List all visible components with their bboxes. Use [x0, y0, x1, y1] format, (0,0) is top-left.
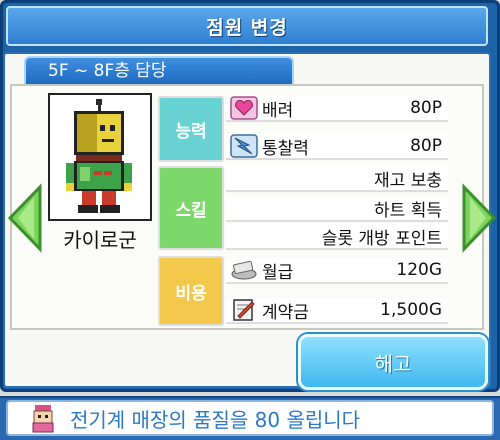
ability-row-consideration: 배려 80P [226, 96, 448, 122]
arrow-left-icon [7, 183, 42, 253]
floor-tab-label: 5F ~ 8F층 담당 [48, 61, 167, 81]
cost-section-label: 비용 [158, 256, 224, 326]
ability-label-text: 능력 [175, 121, 207, 142]
previous-staff-arrow[interactable] [6, 183, 46, 253]
ability-label: 배려 [262, 100, 294, 121]
title-bar: 점원 변경 [6, 6, 488, 46]
skill-section-label: 스킬 [158, 166, 224, 250]
window-title: 점원 변경 [206, 16, 288, 39]
ability-label: 통찰력 [262, 138, 309, 159]
contract-icon [233, 299, 255, 321]
next-staff-arrow[interactable] [458, 183, 498, 253]
cost-label-text: 비용 [175, 283, 207, 304]
skill-name: 슬롯 개방 포인트 [321, 228, 442, 249]
cost-value: 1,500G [380, 300, 442, 320]
character-portrait [48, 93, 152, 221]
arrow-right-icon [462, 183, 497, 253]
ability-section-label: 능력 [158, 96, 224, 162]
advisor-icon [32, 405, 54, 433]
cost-label: 계약금 [262, 302, 309, 323]
lightning-icon [230, 134, 258, 158]
cost-row-contract: 계약금 1,500G [226, 298, 448, 324]
skill-name: 재고 보충 [374, 170, 442, 191]
ability-row-insight: 통찰력 80P [226, 134, 448, 160]
fire-button-label: 해고 [374, 351, 412, 376]
character-name: 카이로군 [63, 228, 137, 252]
skill-row: 하트 획득 [226, 196, 448, 222]
robot-character-sprite [66, 99, 132, 213]
heart-icon [230, 96, 258, 120]
cost-row-salary: 월급 120G [226, 258, 448, 284]
floor-tab[interactable]: 5F ~ 8F층 담당 [24, 56, 294, 84]
skill-row: 슬롯 개방 포인트 [226, 224, 448, 250]
skill-name: 하트 획득 [374, 200, 442, 221]
tip-text: 전기계 매장의 품질을 80 올립니다 [70, 407, 361, 432]
cost-value: 120G [396, 260, 442, 280]
tip-message-box: 전기계 매장의 품질을 80 올립니다 [6, 400, 494, 436]
skill-label-text: 스킬 [175, 200, 207, 221]
skill-row: 재고 보충 [226, 166, 448, 192]
cost-label: 월급 [262, 262, 294, 283]
ability-value: 80P [410, 98, 442, 118]
fire-button[interactable]: 해고 [298, 334, 488, 390]
money-icon [231, 260, 257, 280]
ability-value: 80P [410, 136, 442, 156]
